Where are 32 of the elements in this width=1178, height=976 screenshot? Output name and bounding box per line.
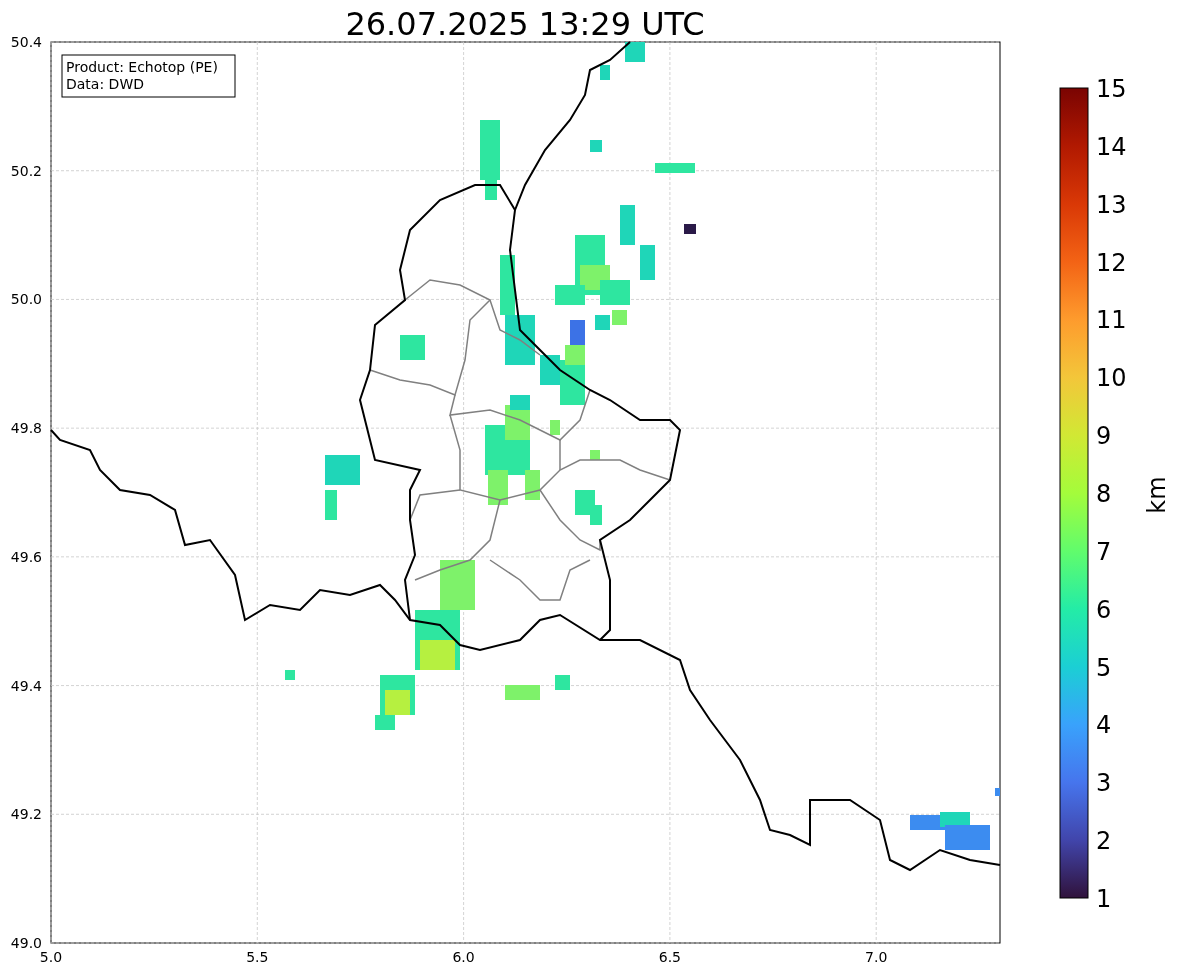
y-tick-label: 49.2 xyxy=(10,806,42,823)
y-tick-label: 49.4 xyxy=(10,677,42,694)
colorbar-tick-label: 6 xyxy=(1096,595,1112,624)
colorbar-tick-label: 9 xyxy=(1096,422,1112,451)
colorbar-tick-label: 12 xyxy=(1096,248,1127,277)
colorbar-tick-label: 3 xyxy=(1096,769,1112,798)
colorbar-tick-label: 7 xyxy=(1096,537,1112,566)
colorbar-tick-label: 8 xyxy=(1096,480,1112,508)
x-tick-label: 6.5 xyxy=(658,949,682,965)
x-tick-label: 5.0 xyxy=(39,949,63,965)
x-tick-label: 6.0 xyxy=(452,949,475,965)
colorbar-tick-label: 15 xyxy=(1096,75,1127,103)
y-tick-label: 49.8 xyxy=(10,420,42,437)
chart-title: 26.07.2025 13:29 UTC xyxy=(345,5,705,43)
colorbar-tick-label: 2 xyxy=(1096,827,1112,856)
colorbar-label: km xyxy=(1143,476,1171,514)
legend-text: Product: Echotop (PE) xyxy=(66,59,218,75)
colorbar-tick-label: 14 xyxy=(1096,132,1127,161)
colorbar-tick-label: 13 xyxy=(1096,190,1127,219)
legend-text: Data: DWD xyxy=(66,76,144,92)
y-tick-label: 50.2 xyxy=(10,162,42,179)
y-tick-label: 50.4 xyxy=(10,34,42,50)
colorbar-tick-label: 5 xyxy=(1096,653,1112,682)
y-tick-label: 49.0 xyxy=(10,935,42,951)
colorbar-tick-label: 10 xyxy=(1096,364,1127,393)
x-tick-label: 5.5 xyxy=(246,949,269,965)
x-tick-label: 7.0 xyxy=(865,949,888,965)
y-tick-label: 50.0 xyxy=(10,291,42,308)
colorbar-tick-label: 11 xyxy=(1096,306,1127,335)
colorbar-tick-label: 1 xyxy=(1096,885,1112,913)
y-tick-label: 49.6 xyxy=(10,548,42,565)
colorbar-tick-label: 4 xyxy=(1096,711,1112,740)
